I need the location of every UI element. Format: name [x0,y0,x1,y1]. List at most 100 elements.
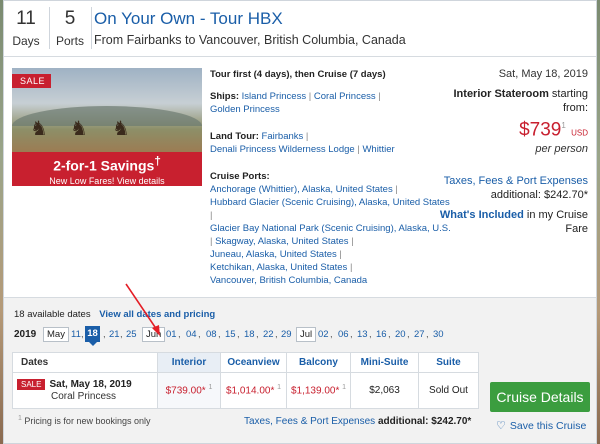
port-link[interactable]: Ketchikan, Alaska, United States [210,262,347,273]
price-footnote: 1 [561,121,566,130]
promo-dagger: † [154,155,161,168]
port-link[interactable]: Anchorage (Whittier), Alaska, United Sta… [210,184,393,195]
date-jun-04[interactable]: 04 [186,329,197,340]
price-suite: Sold Out [418,372,479,409]
heart-icon: ♡ [496,420,506,432]
date-may-11[interactable]: 11 [71,329,81,340]
pricing-note: 1 Pricing is for new bookings only [18,415,150,426]
port-link[interactable]: Vancouver, British Columbia, Canada [210,275,367,286]
col-dates: Dates [12,352,158,373]
col-interior[interactable]: Interior [157,352,221,373]
price-mini-suite[interactable]: $2,063 [350,372,419,409]
row-ship: Coral Princess [51,390,117,402]
promo-subline[interactable]: New Low Fares! View details [12,175,202,186]
date-jul-16[interactable]: 16 [376,329,387,340]
cruise-details-button[interactable]: Cruise Details [490,382,590,412]
available-count: 18 available dates [14,309,91,320]
land-link-denali[interactable]: Denali Princess Wilderness Lodge [210,144,355,155]
divider [91,7,92,49]
cruise-ports-block: Cruise Ports: Anchorage (Whittier), Alas… [210,171,451,286]
whats-included-link[interactable]: What's Included [440,209,524,221]
hero-image[interactable]: ♞ ♞ ♞ SALE 2-for-1 Savings† New Low Fare… [12,68,202,186]
table-fees-link[interactable]: Taxes, Fees & Port Expenses [244,416,375,427]
ships-block: Ships: Island Princess | Coral Princess … [210,91,381,115]
ship-link-island-princess[interactable]: Island Princess [242,91,306,102]
ship-link-golden-princess[interactable]: Golden Princess [210,104,280,115]
promo-headline: 2-for-1 Savings [53,157,155,174]
port-link[interactable]: Juneau, Alaska, United States [210,249,337,260]
table-fees: Taxes, Fees & Port Expenses additional: … [244,416,471,427]
row-date-cell: SALE Sat, May 18, 2019 Coral Princess [12,372,158,409]
land-tour-label: Land Tour: [210,131,259,142]
month-jul[interactable]: Jul [296,327,317,342]
ship-link-coral-princess[interactable]: Coral Princess [314,91,376,102]
port-link[interactable]: Hubbard Glacier (Scenic Cruising), Alask… [210,197,450,208]
col-balcony[interactable]: Balcony [286,352,351,373]
fees-additional: additional: $242.70* [490,189,588,202]
sale-tag: SALE [12,74,52,88]
price-currency: USD [571,128,588,138]
cruise-result-card: 11 Days 5 Ports On Your Own - Tour HBX F… [3,0,597,444]
sailing-date: Sat, May 18, 2019 [498,68,588,80]
cruise-route: From Fairbanks to Vancouver, British Col… [94,33,406,47]
tour-line: Tour first (4 days), then Cruise (7 days… [210,69,386,80]
days-label: Days [12,34,40,48]
price-balcony[interactable]: $1,139.00* 1 [286,372,351,409]
ports-label: Ports [55,34,84,48]
date-jul-27[interactable]: 27 [414,329,425,340]
pricing-table: Dates Interior Oceanview Balcony Mini-Su… [12,352,479,409]
port-link[interactable]: Skagway, Alaska, United States [215,236,348,247]
price-balcony-value: $1,139.00* [290,385,340,397]
room-type-label: Interior Stateroom [453,88,549,100]
promo-banner[interactable]: 2-for-1 Savings† New Low Fares! View det… [12,152,202,186]
date-may-18-selected[interactable]: 18 [85,326,100,346]
price-oceanview-value: $1,014.00* [225,385,275,397]
price-value: $7391 USD [438,119,588,140]
ports-stat: 5 Ports [50,7,90,49]
date-jul-20[interactable]: 20 [395,329,406,340]
date-jun-08[interactable]: 08 [206,329,217,340]
dates-section: 18 available dates View all dates and pr… [4,297,596,443]
save-cruise-link[interactable]: ♡ Save this Cruise [496,419,586,432]
date-jun-22[interactable]: 22 [263,329,274,340]
month-jun[interactable]: Jun [142,327,166,342]
table-header-row: Dates Interior Oceanview Balcony Mini-Su… [12,352,479,373]
fees-link[interactable]: Taxes, Fees & Port Expenses [438,174,588,188]
date-jun-15[interactable]: 15 [225,329,236,340]
date-jul-30[interactable]: 30 [433,329,444,340]
table-fees-additional: additional: $242.70* [377,416,472,427]
note-footnote: 1 [18,415,22,422]
cruise-title[interactable]: On Your Own - Tour HBX [94,9,283,29]
date-may-21[interactable]: 21 [109,329,120,340]
included-suffix: in my Cruise Fare [526,209,588,236]
row-date: Sat, May 18, 2019 [49,379,132,391]
ships-label: Ships: [210,91,240,102]
col-mini-suite[interactable]: Mini-Suite [350,352,419,373]
date-jun-01[interactable]: 01 [166,329,177,340]
col-oceanview[interactable]: Oceanview [220,352,287,373]
price-amount: $739 [519,119,562,141]
date-jul-13[interactable]: 13 [357,329,368,340]
days-stat: 11 Days [6,7,46,49]
port-link[interactable]: Glacier Bay National Park (Scenic Cruisi… [210,223,451,234]
table-row[interactable]: SALE Sat, May 18, 2019 Coral Princess $73… [12,372,479,409]
view-all-dates-link[interactable]: View all dates and pricing [99,309,215,320]
land-link-whittier[interactable]: Whittier [362,144,394,155]
date-jul-06[interactable]: 06 [338,329,349,340]
col-suite[interactable]: Suite [418,352,479,373]
itinerary-details: Tour first (4 days), then Cruise (7 days… [210,68,472,296]
cruise-ports-label: Cruise Ports: [210,171,270,182]
ports-value: 5 [64,8,76,29]
land-tour-block: Land Tour: Fairbanks | Denali Princess W… [210,131,395,155]
land-link-fairbanks[interactable]: Fairbanks [262,131,304,142]
price-interior[interactable]: $739.00* 1 [157,372,221,409]
date-jun-29[interactable]: 29 [281,329,292,340]
date-jun-18[interactable]: 18 [244,329,255,340]
price-interior-value: $739.00* [165,385,206,397]
caribou-icon: ♞ [70,118,88,140]
date-jul-02[interactable]: 02 [318,329,329,340]
month-may[interactable]: May [43,327,69,342]
days-value: 11 [16,8,36,29]
date-may-25[interactable]: 25 [126,329,137,340]
price-oceanview[interactable]: $1,014.00* 1 [220,372,287,409]
